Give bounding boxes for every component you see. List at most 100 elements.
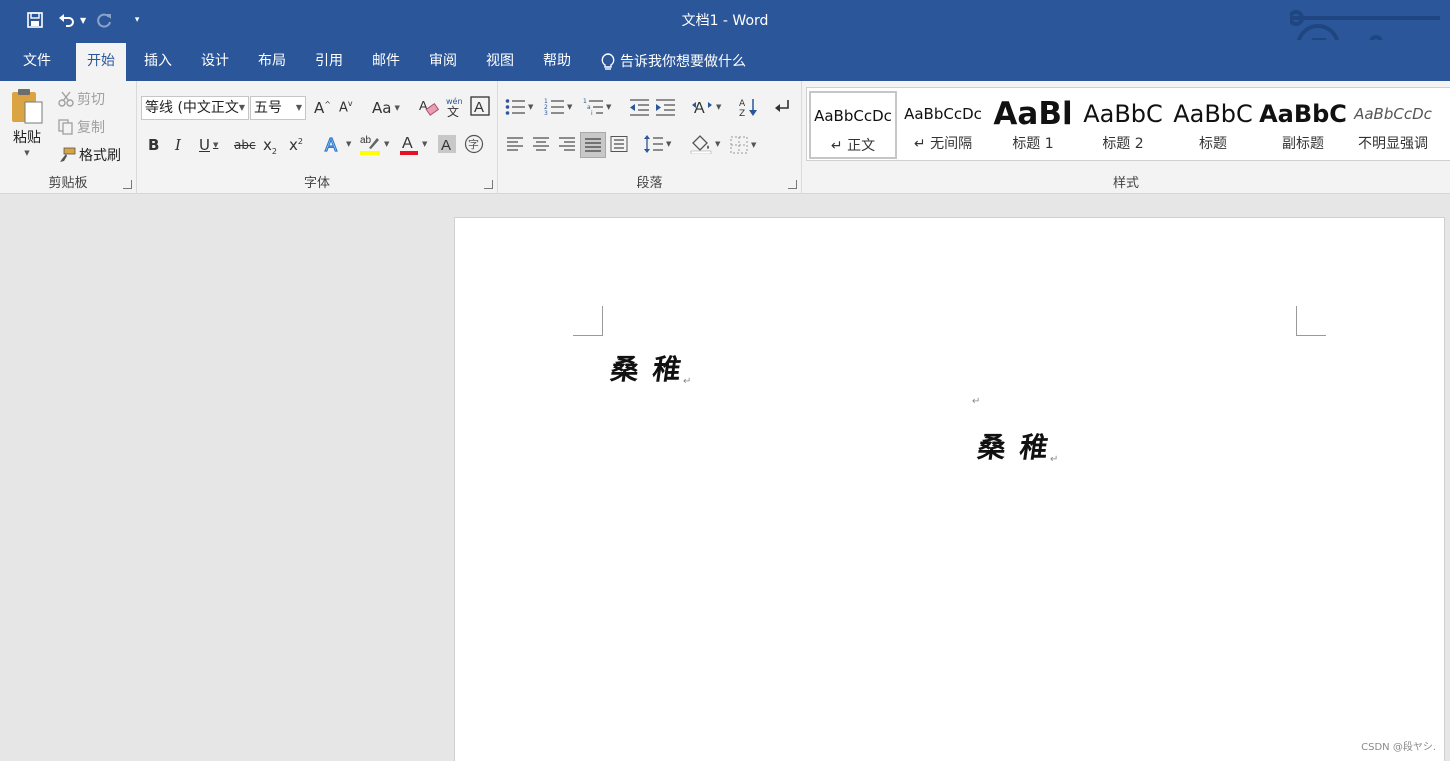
- decrease-indent-icon: [630, 99, 649, 116]
- distributed-icon: [610, 136, 628, 152]
- superscript-button[interactable]: x2: [289, 136, 303, 154]
- character-border-button[interactable]: A: [470, 96, 490, 116]
- paragraph-mark: ↵: [972, 396, 981, 407]
- font-size-value: 五号: [254, 100, 282, 116]
- phonetic-guide-icon: wén文: [446, 96, 463, 118]
- tab-help[interactable]: 帮助: [532, 43, 582, 81]
- clear-formatting-button[interactable]: A: [419, 97, 439, 117]
- font-group-label: 字体: [303, 176, 330, 191]
- font-name-combobox[interactable]: 等线 (中文正文 ▼: [141, 96, 249, 120]
- paragraph-dialog-launcher-icon[interactable]: [788, 180, 797, 189]
- align-right-button[interactable]: [558, 136, 576, 152]
- line-spacing-icon: [644, 135, 663, 153]
- align-center-icon: [533, 137, 549, 151]
- style-subtle-emphasis[interactable]: AaBbCcDc 不明显强调: [1349, 91, 1437, 159]
- style-title[interactable]: AaBbC 标题: [1169, 91, 1257, 159]
- decrease-indent-button[interactable]: [629, 98, 649, 116]
- borders-button[interactable]: ▼: [730, 136, 756, 154]
- tab-mailings[interactable]: 邮件: [361, 43, 411, 81]
- bullets-icon: [505, 99, 525, 115]
- shading-button[interactable]: ▼: [690, 134, 720, 154]
- shrink-font-icon: Av: [339, 99, 353, 116]
- font-name-dropdown-icon[interactable]: ▼: [239, 97, 245, 119]
- clipboard-dialog-launcher-icon[interactable]: [123, 180, 132, 189]
- ribbon-tabs: 文件 开始 插入 设计 布局 引用 邮件 审阅 视图 帮助 告诉我你想要做什么: [0, 40, 1450, 81]
- style-subtitle[interactable]: AaBbC 副标题: [1259, 91, 1347, 159]
- paste-button[interactable]: 粘贴 ▼: [10, 87, 44, 157]
- justify-button[interactable]: [580, 132, 606, 158]
- copy-button[interactable]: 复制: [58, 117, 105, 137]
- text-effects-button[interactable]: A ▼: [323, 134, 351, 154]
- line-spacing-button[interactable]: ▼: [643, 135, 671, 153]
- svg-text:A: A: [441, 137, 451, 154]
- phonetic-guide-button[interactable]: wén 文: [444, 96, 464, 118]
- tab-home[interactable]: 开始: [76, 43, 126, 81]
- tell-me-box[interactable]: 告诉我你想要做什么: [600, 43, 746, 81]
- style-name: 副标题: [1282, 136, 1324, 152]
- tab-review[interactable]: 审阅: [418, 43, 468, 81]
- bold-button[interactable]: B: [148, 136, 159, 154]
- borders-icon: [730, 136, 748, 154]
- copy-icon: [58, 119, 73, 135]
- style-heading-2[interactable]: AaBbC 标题 2: [1079, 91, 1167, 159]
- highlight-button[interactable]: ab ▼: [359, 133, 389, 155]
- style-name: 不明显强调: [1358, 136, 1428, 152]
- svg-text:字: 字: [468, 137, 479, 151]
- paste-dropdown-icon[interactable]: ▼: [24, 149, 29, 157]
- enclose-characters-button[interactable]: 字: [464, 134, 484, 154]
- italic-icon: I: [175, 136, 181, 154]
- ribbon: 粘贴 ▼ 剪切 复制 格式刷 剪贴板 等线 (中文正文 ▼ 五号 ▼ A^ Av…: [0, 81, 1450, 194]
- document-page[interactable]: 桑稚 ↵ ↵ 桑稚 ↵: [454, 217, 1445, 761]
- enclose-characters-icon: 字: [464, 134, 484, 154]
- clipboard-group: 粘贴 ▼ 剪切 复制 格式刷 剪贴板: [0, 81, 137, 194]
- increase-indent-button[interactable]: [655, 98, 675, 116]
- tab-design[interactable]: 设计: [190, 43, 240, 81]
- sort-button[interactable]: AZ: [738, 97, 758, 117]
- underline-button[interactable]: U ▼: [199, 136, 218, 154]
- style-name: 标题 2: [1102, 136, 1144, 152]
- window-title: 文档1 - Word: [681, 13, 769, 29]
- numbering-button[interactable]: 123 ▼: [544, 98, 572, 116]
- style-name: 标题: [1199, 136, 1227, 152]
- style-normal[interactable]: AaBbCcDc ↵ 正文: [809, 91, 897, 159]
- chinese-layout-icon: A: [692, 100, 712, 117]
- chinese-layout-button[interactable]: A ▼: [691, 97, 721, 117]
- change-case-button[interactable]: Aa ▼: [372, 99, 400, 117]
- tab-references[interactable]: 引用: [304, 43, 354, 81]
- show-hide-marks-button[interactable]: [773, 97, 791, 117]
- style-sample: AaBbC: [1173, 100, 1253, 128]
- format-painter-label: 格式刷: [79, 148, 121, 164]
- style-name: 标题 1: [1012, 136, 1054, 152]
- format-painter-button[interactable]: 格式刷: [58, 145, 121, 165]
- svg-text:A: A: [402, 135, 413, 152]
- multilevel-list-button[interactable]: 1ai ▼: [583, 98, 611, 116]
- bullets-button[interactable]: ▼: [505, 98, 533, 116]
- grow-font-button[interactable]: A^: [314, 99, 331, 117]
- font-color-button[interactable]: A ▼: [399, 133, 427, 155]
- align-center-button[interactable]: [532, 136, 550, 152]
- strikethrough-button[interactable]: abc: [234, 138, 256, 152]
- styles-gallery: AaBbCcDc ↵ 正文 AaBbCcDc ↵ 无间隔 AaBl 标题 1 A…: [806, 87, 1450, 161]
- paste-icon: [12, 89, 43, 124]
- tab-insert[interactable]: 插入: [133, 43, 183, 81]
- font-size-dropdown-icon[interactable]: ▼: [296, 97, 302, 119]
- character-shading-button[interactable]: A: [438, 134, 456, 154]
- paste-label: 粘贴: [13, 130, 41, 146]
- style-heading-1[interactable]: AaBl 标题 1: [989, 91, 1077, 159]
- watermark-text: CSDN @段ヤシ.: [1361, 742, 1436, 753]
- shrink-font-button[interactable]: Av: [339, 99, 353, 115]
- style-no-spacing[interactable]: AaBbCcDc ↵ 无间隔: [899, 91, 987, 159]
- tab-file[interactable]: 文件: [12, 43, 62, 81]
- font-dialog-launcher-icon[interactable]: [484, 180, 493, 189]
- tab-view[interactable]: 视图: [475, 43, 525, 81]
- sort-icon: AZ: [739, 99, 757, 117]
- tab-layout[interactable]: 布局: [247, 43, 297, 81]
- font-size-combobox[interactable]: 五号 ▼: [250, 96, 306, 120]
- italic-button[interactable]: I: [175, 136, 181, 154]
- distributed-button[interactable]: [610, 136, 628, 152]
- style-sample: AaBbCcDc: [814, 107, 892, 125]
- cut-button[interactable]: 剪切: [58, 89, 105, 109]
- align-left-button[interactable]: [506, 136, 524, 152]
- clipboard-group-label: 剪贴板: [48, 176, 88, 191]
- subscript-button[interactable]: x2: [263, 136, 277, 156]
